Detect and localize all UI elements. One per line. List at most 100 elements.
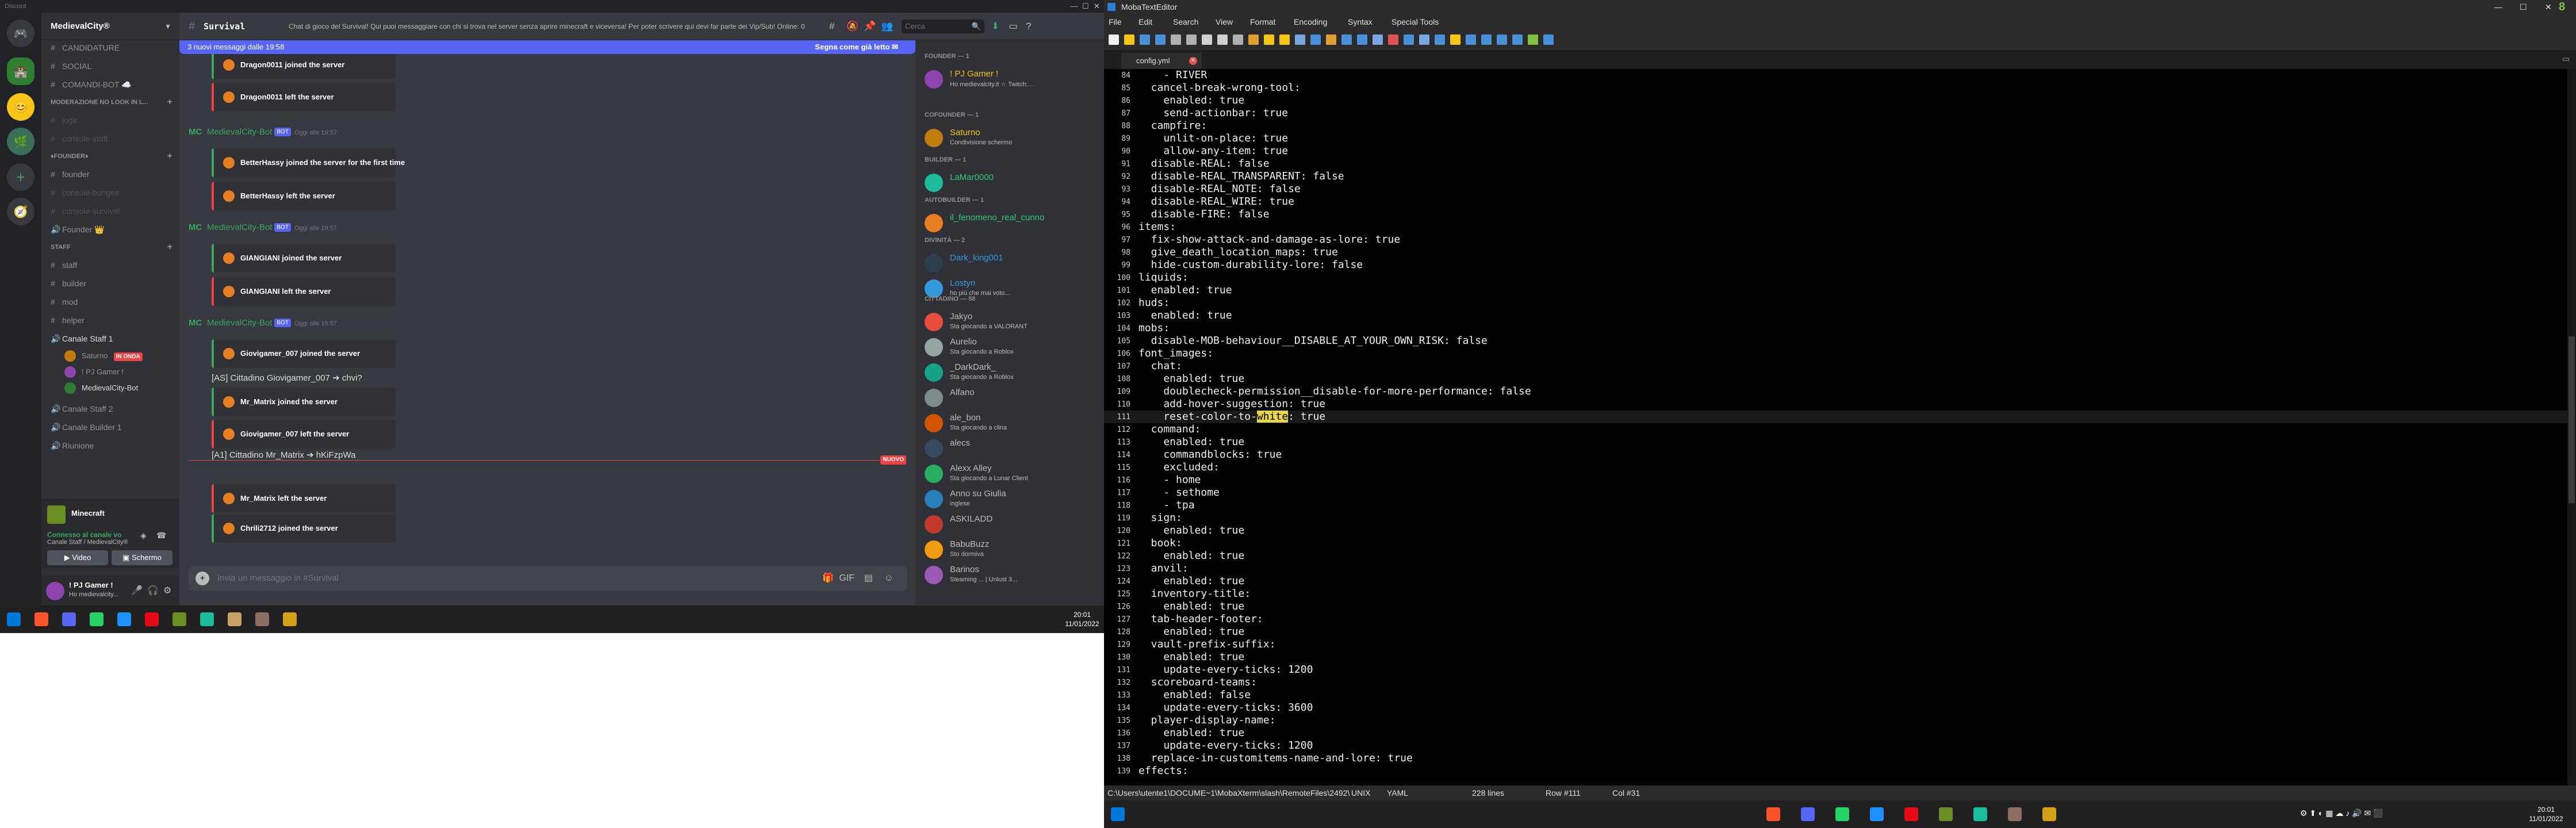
toolbar-button-icon[interactable] xyxy=(1326,34,1336,45)
member-item[interactable]: Barinos Steaming ... | Unlust 3... xyxy=(925,562,1097,588)
channel-console-survival[interactable]: # console-survival xyxy=(46,202,175,220)
members-icon[interactable]: 👥 xyxy=(881,13,893,40)
code-line[interactable]: send-actionbar: true xyxy=(1138,107,1288,120)
code-line[interactable]: anvil: xyxy=(1138,562,1189,575)
close-tab-icon[interactable]: ✕ xyxy=(1189,57,1197,65)
discord-home-icon[interactable]: 🎮 xyxy=(7,20,34,47)
code-line[interactable]: enabled: true xyxy=(1138,600,1244,613)
member-item[interactable]: ASKILADD xyxy=(925,512,1097,537)
member-item[interactable]: alecs xyxy=(925,436,1097,461)
close-icon[interactable]: ✕ xyxy=(2545,0,2552,14)
clock[interactable]: 20:01 11/01/2022 xyxy=(2523,805,2569,823)
code-line[interactable]: disable-MOB-behaviour__DISABLE_AT_YOUR_O… xyxy=(1138,335,1488,347)
channel-comandi-bot[interactable]: # COMANDI-BOT ☁️ xyxy=(46,76,175,93)
server-icon-medievalcity[interactable]: 🏰 xyxy=(7,57,34,85)
mobaxterm-icon[interactable] xyxy=(1973,807,1987,821)
code-line[interactable]: items: xyxy=(1138,221,1176,233)
code-line[interactable]: update-every-ticks: 1200 xyxy=(1138,664,1313,676)
menu-item-edit[interactable]: Edit xyxy=(1138,14,1152,30)
menu-item-format[interactable]: Format xyxy=(1250,14,1275,30)
maximize-icon[interactable]: ☐ xyxy=(2520,0,2527,14)
avatar[interactable] xyxy=(46,582,64,600)
channel-builder[interactable]: # builder xyxy=(46,275,175,292)
threads-icon[interactable]: # xyxy=(829,13,834,40)
code-line[interactable]: enabled: true xyxy=(1138,94,1244,107)
code-line[interactable]: disable-REAL_WIRE: true xyxy=(1138,195,1294,208)
menu-item-search[interactable]: Search xyxy=(1173,14,1198,30)
code-line[interactable]: sign: xyxy=(1138,512,1182,524)
minimize-icon[interactable]: — xyxy=(2494,0,2502,14)
disconnect-icon[interactable]: ☎ xyxy=(156,531,166,540)
server-icon-other[interactable]: 🌿 xyxy=(7,128,34,155)
toolbar-button-icon[interactable] xyxy=(1450,34,1460,45)
toolbar-button-icon[interactable] xyxy=(1202,34,1212,45)
toolbar-button-icon[interactable] xyxy=(1264,34,1274,45)
channel-mod[interactable]: # mod xyxy=(46,293,175,310)
code-line[interactable]: enabled: true xyxy=(1138,373,1244,385)
vertical-scrollbar[interactable] xyxy=(2567,69,2576,785)
screen-share-button[interactable]: ▣ Schermo xyxy=(112,550,172,565)
member-item[interactable]: Saturno Condivisione schermo xyxy=(925,125,1097,151)
upload-icon[interactable]: + xyxy=(195,572,209,585)
code-line[interactable]: enabled: false xyxy=(1138,689,1251,702)
menu-item-syntax[interactable]: Syntax xyxy=(1348,14,1373,30)
code-line[interactable]: add-hover-suggestion: true xyxy=(1138,398,1325,411)
code-line[interactable]: enabled: true xyxy=(1138,575,1244,588)
toolbar-button-icon[interactable] xyxy=(1543,34,1554,45)
toolbar-button-icon[interactable] xyxy=(1155,34,1166,45)
code-line[interactable]: enabled: true xyxy=(1138,309,1232,322)
bot-name[interactable]: MedievalCity-Bot xyxy=(207,318,272,328)
toolbar-button-icon[interactable] xyxy=(1357,34,1367,45)
channel-candidature[interactable]: # CANDIDATURE xyxy=(46,39,175,56)
member-item[interactable]: ale_bon Sta giocando a clina xyxy=(925,411,1097,436)
new-messages-bar[interactable]: 3 nuovi messaggi dalle 19:58 Segna come … xyxy=(179,40,915,54)
code-line[interactable]: effects: xyxy=(1138,765,1189,777)
code-line[interactable]: disable-REAL_TRANSPARENT: false xyxy=(1138,170,1344,183)
channel-staff[interactable]: # staff xyxy=(46,256,175,274)
clock[interactable]: 20:01 11/01/2022 xyxy=(1064,610,1101,628)
editor-taskbar-icon[interactable] xyxy=(283,612,297,626)
code-line[interactable]: enabled: true xyxy=(1138,436,1244,448)
channel-logs[interactable]: # logs xyxy=(46,112,175,129)
voice-channel-riunione[interactable]: 🔊 Riunione xyxy=(46,437,175,454)
voice-user-saturno[interactable]: Saturno IN ONDA xyxy=(64,348,143,363)
code-line[interactable]: vault-prefix-suffix: xyxy=(1138,638,1276,651)
maximize-icon[interactable]: ☐ xyxy=(1082,0,1089,13)
gift-icon[interactable]: 🎁 xyxy=(822,566,834,591)
toolbar-button-icon[interactable] xyxy=(1466,34,1476,45)
toolbar-button-icon[interactable] xyxy=(1512,34,1523,45)
toolbar-button-icon[interactable] xyxy=(1171,34,1181,45)
toolbar-button-icon[interactable] xyxy=(1528,34,1538,45)
code-line[interactable]: update-every-ticks: 1200 xyxy=(1138,739,1313,752)
voice-channel-founder[interactable]: 🔊 Founder 👑 xyxy=(46,221,175,238)
toolbar-button-icon[interactable] xyxy=(1373,34,1383,45)
code-line[interactable]: inventory-title: xyxy=(1138,588,1251,600)
toolbar-button-icon[interactable] xyxy=(1310,34,1321,45)
code-line[interactable]: player-display-name: xyxy=(1138,714,1276,727)
scrollbar-thumb[interactable] xyxy=(2569,336,2575,503)
toolbar-button-icon[interactable] xyxy=(1341,34,1352,45)
toolbar-button-icon[interactable] xyxy=(1295,34,1305,45)
member-item[interactable]: Aurelio Sta giocando a Roblox xyxy=(925,335,1097,360)
toolbar-button-icon[interactable] xyxy=(1497,34,1507,45)
member-item[interactable]: Alfano xyxy=(925,385,1097,411)
toolbar-button-icon[interactable] xyxy=(1481,34,1492,45)
close-icon[interactable]: ✕ xyxy=(1094,0,1100,13)
code-line[interactable]: book: xyxy=(1138,537,1182,550)
taskbar-app-icon[interactable] xyxy=(1870,807,1884,821)
mark-read-button[interactable]: Segna come già letto ✉ xyxy=(815,40,898,54)
windows-start-icon[interactable] xyxy=(7,612,21,626)
menu-item-file[interactable]: File xyxy=(1109,14,1122,30)
video-button[interactable]: ▶ Video xyxy=(47,550,108,565)
voice-channel-staff-2[interactable]: 🔊 Canale Staff 2 xyxy=(46,400,175,417)
code-line[interactable]: hide-custom-durability-lore: false xyxy=(1138,259,1363,271)
server-header[interactable]: MedievalCity® ▼ xyxy=(41,13,179,40)
discord-taskbar-icon[interactable] xyxy=(62,612,76,626)
code-line[interactable]: fix-show-attack-and-damage-as-lore: true xyxy=(1138,233,1400,246)
add-channel-icon[interactable]: + xyxy=(167,241,172,253)
headphones-icon[interactable]: 🎧 xyxy=(147,585,159,596)
add-channel-icon[interactable]: + xyxy=(167,151,172,162)
channel-social[interactable]: # SOCIAL xyxy=(46,57,175,75)
message-input[interactable]: + Invia un messaggio in #Survival 🎁 GIF … xyxy=(189,566,907,591)
toolbar-button-icon[interactable] xyxy=(1140,34,1150,45)
